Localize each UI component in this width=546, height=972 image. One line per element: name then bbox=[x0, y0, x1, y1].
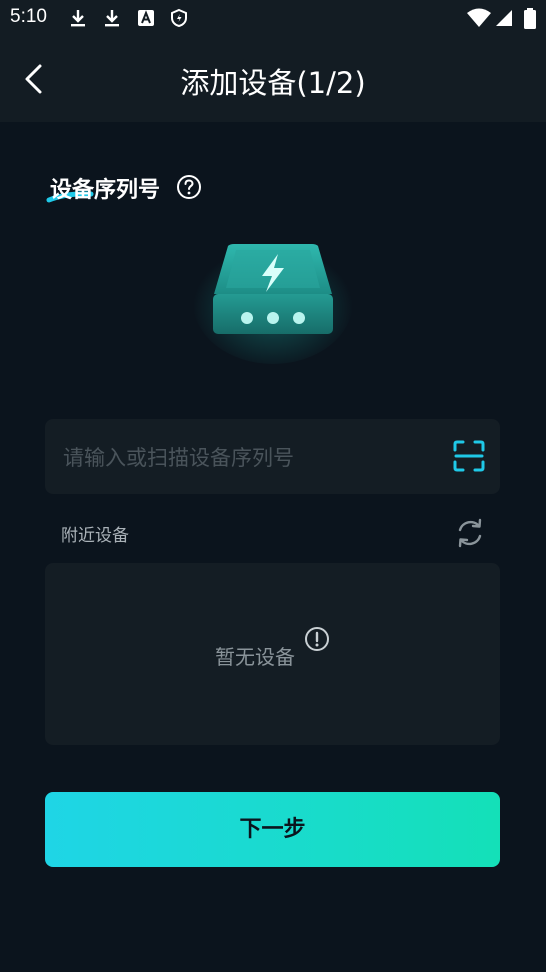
exclamation-circle-icon bbox=[305, 627, 329, 651]
nearby-devices-label: 附近设备 bbox=[61, 526, 129, 546]
download-icon bbox=[71, 10, 85, 27]
serial-input-container bbox=[45, 419, 500, 496]
device-illustration bbox=[193, 240, 353, 364]
battery-icon bbox=[524, 8, 536, 29]
shield-icon bbox=[171, 8, 187, 28]
status-time: 5:10 bbox=[10, 6, 47, 27]
next-step-button[interactable]: 下一步 bbox=[45, 792, 500, 867]
question-circle-icon[interactable] bbox=[176, 174, 202, 200]
app-a-icon bbox=[138, 10, 154, 26]
scan-icon[interactable] bbox=[452, 439, 486, 473]
download-icon bbox=[105, 10, 119, 27]
serial-section-title: 设备序列号 bbox=[50, 178, 161, 203]
page-title: 添加设备(1/2) bbox=[180, 66, 366, 100]
wifi-icon bbox=[467, 8, 491, 27]
status-bar: 5:10 bbox=[0, 0, 546, 36]
serial-number-input[interactable] bbox=[61, 419, 445, 496]
app-bar: 添加设备(1/2) bbox=[0, 36, 546, 122]
empty-state-text: 暂无设备 bbox=[215, 645, 295, 669]
refresh-icon[interactable] bbox=[453, 516, 487, 550]
signal-icon bbox=[496, 10, 512, 26]
nearby-devices-list: 暂无设备 bbox=[45, 563, 500, 745]
